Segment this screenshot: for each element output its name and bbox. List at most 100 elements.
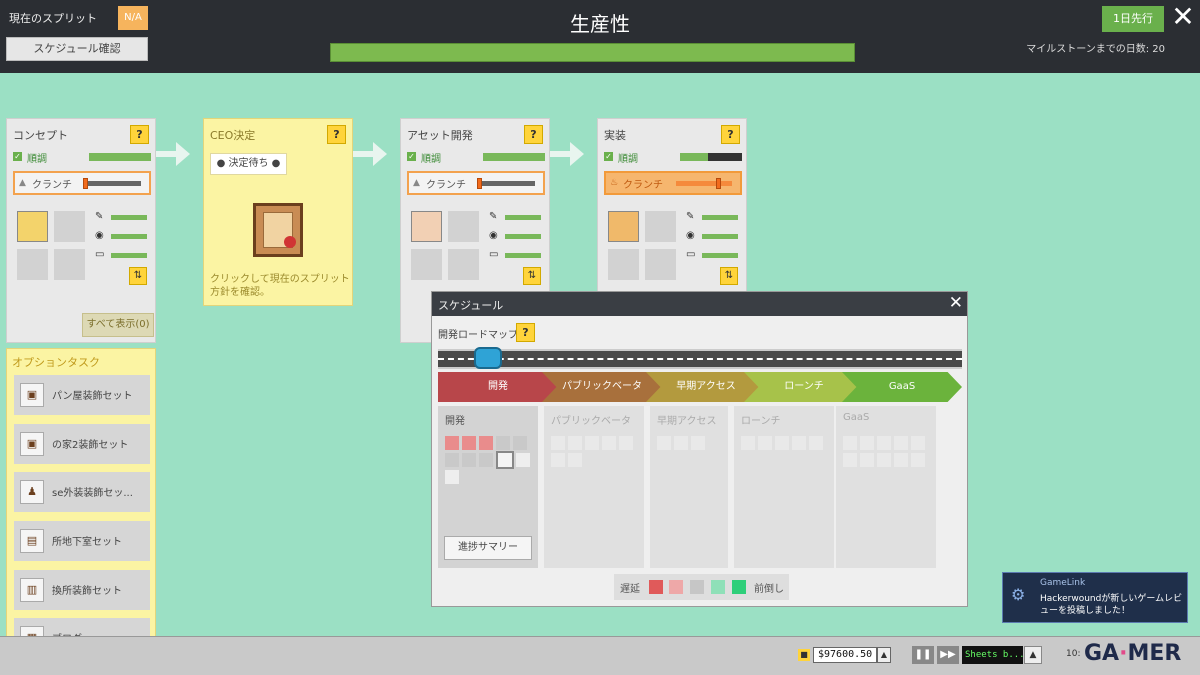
task-cell[interactable] — [741, 436, 755, 450]
task-cell[interactable] — [445, 436, 459, 450]
staff-slot[interactable] — [17, 249, 48, 280]
money-dropdown-button[interactable]: ▲ — [877, 647, 891, 663]
phase-launch[interactable]: ローンチ — [744, 372, 864, 402]
help-button[interactable]: ? — [516, 323, 535, 342]
task-cell[interactable] — [602, 436, 616, 450]
staff-slot[interactable] — [54, 211, 85, 242]
view-schedule-button[interactable]: スケジュール確認 — [6, 37, 148, 61]
task-cell[interactable] — [911, 453, 925, 467]
staff-slot[interactable] — [448, 211, 479, 242]
task-cell[interactable] — [462, 453, 476, 467]
close-icon[interactable]: ✕ — [1168, 2, 1198, 32]
task-cell[interactable] — [657, 436, 671, 450]
crunch-control[interactable]: ▲ クランチ — [13, 171, 151, 195]
pending-label: 決定待ち — [228, 158, 269, 169]
staff-slot[interactable] — [448, 249, 479, 280]
staff-slot[interactable] — [645, 211, 676, 242]
task-cell-selected[interactable] — [496, 451, 514, 469]
task-cell[interactable] — [877, 436, 891, 450]
optional-task-item[interactable]: ▣ パン屋装飾セット — [14, 375, 150, 415]
help-button[interactable]: ? — [130, 125, 149, 144]
task-cell[interactable] — [496, 436, 510, 450]
task-cell[interactable] — [843, 453, 857, 467]
car-icon — [474, 347, 502, 369]
crunch-control[interactable]: ▲ クランチ — [407, 171, 545, 195]
staff-slot[interactable] — [608, 249, 639, 280]
task-cell[interactable] — [674, 436, 688, 450]
task-cell[interactable] — [860, 436, 874, 450]
avatar[interactable] — [608, 211, 639, 242]
optional-task-item[interactable]: ♟ se外装装飾セッ... — [14, 472, 150, 512]
status-label: 順調 — [27, 154, 47, 165]
skill-bar — [111, 234, 147, 239]
crunch-control[interactable]: ♨ クランチ — [604, 171, 742, 195]
notification-toast[interactable]: ⚙ GameLink Hackerwoundが新しいゲームレビューを投稿しました… — [1002, 572, 1188, 623]
bottom-bar: ■ $97600.50 ▲ ❚❚ ▶▶ Sheets b... ▲ 10: GA… — [0, 636, 1200, 675]
staff-slot[interactable] — [411, 249, 442, 280]
pause-button[interactable]: ❚❚ — [912, 646, 934, 664]
task-cell[interactable] — [568, 436, 582, 450]
help-button[interactable]: ? — [524, 125, 543, 144]
optional-task-item[interactable]: ▣ の家2装飾セット — [14, 424, 150, 464]
stage-card-ceo-decision[interactable]: CEO決定 ? ● 決定待ち ● クリックして現在のスプリット方針を確認。 — [203, 118, 353, 306]
optional-task-item[interactable]: ▥ 換所装飾セット — [14, 570, 150, 610]
task-cell[interactable] — [551, 436, 565, 450]
task-cell[interactable] — [792, 436, 806, 450]
crunch-slider-handle[interactable] — [477, 178, 482, 189]
crunch-slider-handle[interactable] — [83, 178, 88, 189]
crunch-slider[interactable] — [83, 178, 141, 189]
task-cell[interactable] — [445, 453, 459, 467]
task-cell[interactable] — [809, 436, 823, 450]
crunch-slider[interactable] — [676, 178, 732, 189]
help-button[interactable]: ? — [327, 125, 346, 144]
task-cell[interactable] — [691, 436, 705, 450]
task-cell[interactable] — [894, 453, 908, 467]
show-all-button[interactable]: すべて表示(0) — [82, 313, 154, 337]
task-cell[interactable] — [911, 436, 925, 450]
task-cell[interactable] — [513, 436, 527, 450]
staff-slot[interactable] — [645, 249, 676, 280]
next-day-button[interactable]: 1日先行 — [1102, 6, 1164, 32]
fast-forward-button[interactable]: ▶▶ — [937, 646, 959, 664]
task-cell[interactable] — [479, 453, 493, 467]
road-lane-marking — [438, 358, 962, 360]
task-cell[interactable] — [516, 453, 530, 467]
task-cell[interactable] — [445, 470, 459, 484]
task-cell[interactable] — [551, 453, 565, 467]
task-cell[interactable] — [894, 436, 908, 450]
task-cell[interactable] — [462, 436, 476, 450]
phase-public-beta[interactable]: パブリックベータ — [542, 372, 662, 402]
monitor-icon: ▭ — [95, 249, 105, 260]
swap-button[interactable]: ⇅ — [129, 267, 147, 285]
ticker-expand-button[interactable]: ▲ — [1024, 646, 1042, 664]
staff-slot[interactable] — [54, 249, 85, 280]
phase-gaas[interactable]: GaaS — [842, 372, 962, 402]
task-cell[interactable] — [775, 436, 789, 450]
crunch-slider-handle[interactable] — [716, 178, 721, 189]
phase-development[interactable]: 開発 — [438, 372, 558, 402]
news-ticker[interactable]: Sheets b... — [962, 646, 1023, 664]
avatar[interactable] — [17, 211, 48, 242]
page-title: 生産性 — [570, 12, 630, 36]
crunch-slider[interactable] — [477, 178, 535, 189]
task-cell[interactable] — [568, 453, 582, 467]
avatar[interactable] — [411, 211, 442, 242]
task-cell[interactable] — [758, 436, 772, 450]
scroll-icon[interactable] — [253, 203, 303, 257]
phase-early-access[interactable]: 早期アクセス — [646, 372, 766, 402]
swap-button[interactable]: ⇅ — [523, 267, 541, 285]
progress-summary-button[interactable]: 進捗サマリー — [444, 536, 532, 560]
swap-button[interactable]: ⇅ — [720, 267, 738, 285]
task-cell[interactable] — [860, 453, 874, 467]
logo-text-suffix: MER — [1127, 641, 1182, 666]
task-cell[interactable] — [843, 436, 857, 450]
help-button[interactable]: ? — [721, 125, 740, 144]
close-icon[interactable]: ✕ — [949, 293, 963, 313]
lock-icon: ▲ — [413, 178, 420, 188]
optional-task-item[interactable]: ▤ 所地下室セット — [14, 521, 150, 561]
task-cell[interactable] — [619, 436, 633, 450]
task-cell[interactable] — [479, 436, 493, 450]
task-cell[interactable] — [877, 453, 891, 467]
optional-task-item[interactable]: ▦ブログ... — [14, 618, 150, 637]
task-cell[interactable] — [585, 436, 599, 450]
